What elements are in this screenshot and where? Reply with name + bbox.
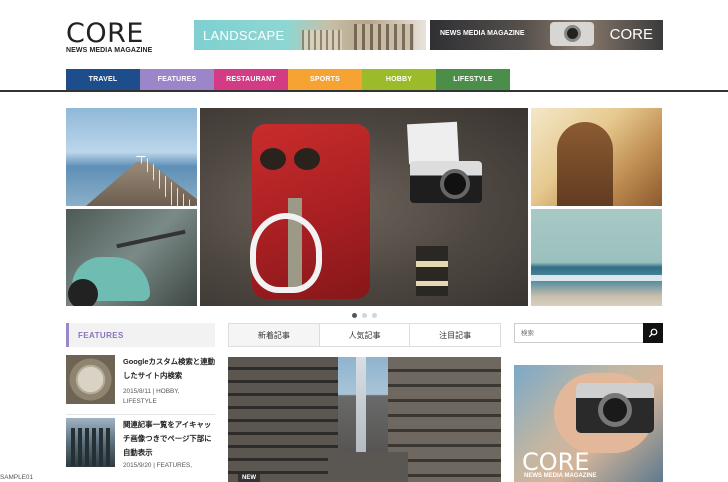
post-title[interactable]: Googleカスタム検索と連動したサイト内検索	[123, 355, 217, 383]
scooter-handlebar	[116, 229, 186, 249]
booklet	[406, 121, 460, 165]
slider-dot[interactable]	[372, 313, 377, 318]
camera-image	[550, 22, 594, 46]
tab-popular[interactable]: 人気記事	[320, 324, 411, 346]
slide-thumb-girl[interactable]	[531, 108, 662, 206]
sidebar-ad-banner[interactable]: CORE NEWS MEDIA MAGAZINE	[514, 365, 663, 482]
ad-logo-tagline: NEWS MEDIA MAGAZINE	[524, 473, 597, 479]
article-image-city[interactable]: NEW	[228, 357, 501, 482]
feature-post[interactable]: 関連記事一覧をアイキャッチ画像つきでページ下部に自動表示 2015/9/20 |…	[0, 418, 217, 482]
feature-post[interactable]: Googleカスタム検索と連動したサイト内検索 2015/8/11 | HOBB…	[66, 355, 215, 413]
nav-item-hobby[interactable]: HOBBY	[362, 69, 436, 90]
search-icon	[648, 328, 658, 338]
slider-dot[interactable]	[362, 313, 367, 318]
post-date: 2015/9/20 | FEATURES,	[123, 462, 193, 469]
ad-logo-name: CORE	[522, 448, 590, 476]
slider-dots	[352, 313, 377, 318]
city-building-left	[228, 357, 338, 482]
features-heading-box: FEATURES	[66, 323, 215, 347]
new-badge: NEW	[238, 474, 260, 482]
sunglasses	[260, 148, 322, 170]
nav-item-restaurant[interactable]: RESTAURANT	[214, 69, 288, 90]
nav-divider	[0, 90, 728, 92]
slider-dot[interactable]	[352, 313, 357, 318]
main-slide-image[interactable]	[200, 108, 528, 306]
nav-item-sports[interactable]: SPORTS	[288, 69, 362, 90]
nav-item-travel[interactable]: TRAVEL	[66, 69, 140, 90]
sea-wave	[531, 275, 662, 281]
banner-landscape-label: LANDSCAPE	[203, 28, 285, 43]
site-logo[interactable]: CORE NEWS MEDIA MAGAZINE	[66, 20, 152, 54]
slide-thumb-sea[interactable]	[531, 209, 662, 306]
scooter-wheel	[68, 279, 98, 306]
tab-new[interactable]: 新着記事	[229, 324, 320, 346]
nav-item-features[interactable]: FEATURES	[140, 69, 214, 90]
banner-building-image	[354, 24, 414, 50]
nav-item-lifestyle[interactable]: LIFESTYLE	[436, 69, 510, 90]
banner-core[interactable]: NEWS MEDIA MAGAZINE CORE	[430, 20, 663, 50]
logo-tagline: NEWS MEDIA MAGAZINE	[66, 47, 153, 54]
search-form	[514, 323, 663, 343]
city-street	[328, 452, 408, 482]
post-thumbnail[interactable]	[66, 418, 115, 467]
logo-name: CORE	[66, 18, 144, 49]
features-heading: FEATURES	[78, 331, 124, 340]
article-tabs: 新着記事 人気記事 注目記事	[228, 323, 501, 347]
headphones	[250, 213, 322, 293]
slide-thumb-scooter[interactable]	[66, 209, 197, 306]
banner-core-tagline: NEWS MEDIA MAGAZINE	[440, 30, 525, 37]
search-button[interactable]	[643, 323, 663, 343]
banner-landscape[interactable]: LANDSCAPE	[194, 20, 426, 50]
post-thumbnail[interactable]	[66, 355, 115, 404]
girl-figure	[557, 122, 613, 206]
banner-core-name: CORE	[609, 26, 653, 43]
search-input[interactable]	[514, 323, 643, 343]
post-title[interactable]: 関連記事一覧をアイキャッチ画像つきでページ下部に自動表示	[123, 418, 217, 460]
camera	[410, 161, 482, 203]
tab-featured[interactable]: 注目記事	[410, 324, 500, 346]
post-categories[interactable]: SAMPLE01	[0, 471, 100, 482]
camera-image	[576, 383, 654, 433]
slide-thumb-pier[interactable]	[66, 108, 197, 206]
post-divider	[66, 414, 215, 415]
post-categories[interactable]: LIFESTYLE	[123, 395, 157, 408]
banner-building-image	[302, 30, 342, 50]
tins	[416, 246, 448, 296]
main-nav: TRAVEL FEATURES RESTAURANT SPORTS HOBBY …	[66, 69, 510, 90]
